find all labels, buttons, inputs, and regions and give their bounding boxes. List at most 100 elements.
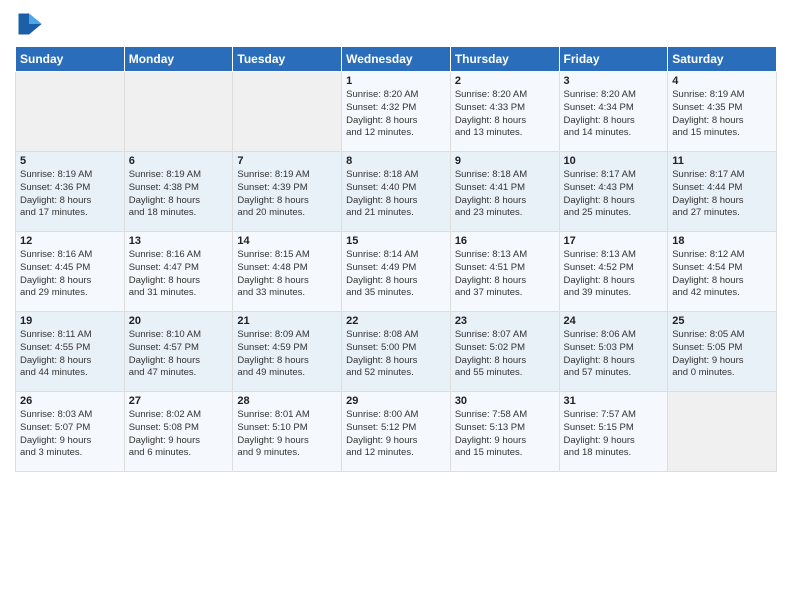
calendar-week-row: 1 Sunrise: 8:20 AM Sunset: 4:32 PM Daylig… <box>16 72 777 152</box>
day-number: 22 <box>346 315 446 327</box>
calendar-cell: 5 Sunrise: 8:19 AM Sunset: 4:36 PM Daylig… <box>16 152 125 232</box>
calendar-cell <box>233 72 342 152</box>
calendar-cell: 24 Sunrise: 8:06 AM Sunset: 5:03 PM Dayli… <box>559 312 668 392</box>
calendar-cell: 17 Sunrise: 8:13 AM Sunset: 4:52 PM Dayli… <box>559 232 668 312</box>
day-info: Sunrise: 7:57 AM Sunset: 5:15 PM Dayligh… <box>564 409 664 460</box>
calendar-cell: 14Sunrise: 8:15 AM Sunset: 4:48 PM Dayli… <box>233 232 342 312</box>
day-info: Sunrise: 8:13 AM Sunset: 4:51 PM Dayligh… <box>455 249 555 300</box>
day-info: Sunrise: 8:12 AM Sunset: 4:54 PM Dayligh… <box>672 249 772 300</box>
day-number: 30 <box>455 395 555 407</box>
calendar-cell: 2 Sunrise: 8:20 AM Sunset: 4:33 PM Daylig… <box>450 72 559 152</box>
day-info: Sunrise: 8:01 AM Sunset: 5:10 PM Dayligh… <box>237 409 337 460</box>
calendar-cell: 16 Sunrise: 8:13 AM Sunset: 4:51 PM Dayli… <box>450 232 559 312</box>
day-info: Sunrise: 8:17 AM Sunset: 4:43 PM Dayligh… <box>564 169 664 220</box>
day-number: 7 <box>237 155 337 167</box>
calendar-cell: 27Sunrise: 8:02 AM Sunset: 5:08 PM Dayli… <box>124 392 233 472</box>
weekday-header-row: SundayMondayTuesdayWednesdayThursdayFrid… <box>16 47 777 72</box>
day-number: 19 <box>20 315 120 327</box>
day-number: 8 <box>346 155 446 167</box>
day-info: Sunrise: 8:07 AM Sunset: 5:02 PM Dayligh… <box>455 329 555 380</box>
day-info: Sunrise: 7:58 AM Sunset: 5:13 PM Dayligh… <box>455 409 555 460</box>
calendar-cell: 23 Sunrise: 8:07 AM Sunset: 5:02 PM Dayli… <box>450 312 559 392</box>
day-number: 20 <box>129 315 229 327</box>
page-container: SundayMondayTuesdayWednesdayThursdayFrid… <box>0 0 792 477</box>
calendar-cell: 15Sunrise: 8:14 AM Sunset: 4:49 PM Dayli… <box>342 232 451 312</box>
day-info: Sunrise: 8:13 AM Sunset: 4:52 PM Dayligh… <box>564 249 664 300</box>
day-info: Sunrise: 8:20 AM Sunset: 4:34 PM Dayligh… <box>564 89 664 140</box>
day-number: 6 <box>129 155 229 167</box>
calendar-week-row: 19 Sunrise: 8:11 AM Sunset: 4:55 PM Dayli… <box>16 312 777 392</box>
day-number: 17 <box>564 235 664 247</box>
day-info: Sunrise: 8:19 AM Sunset: 4:35 PM Dayligh… <box>672 89 772 140</box>
calendar-cell: 29 Sunrise: 8:00 AM Sunset: 5:12 PM Dayli… <box>342 392 451 472</box>
calendar-week-row: 26 Sunrise: 8:03 AM Sunset: 5:07 PM Dayli… <box>16 392 777 472</box>
calendar-cell <box>124 72 233 152</box>
logo-icon <box>15 10 43 38</box>
day-number: 29 <box>346 395 446 407</box>
calendar-cell: 28 Sunrise: 8:01 AM Sunset: 5:10 PM Dayli… <box>233 392 342 472</box>
calendar-cell <box>16 72 125 152</box>
calendar-cell: 12 Sunrise: 8:16 AM Sunset: 4:45 PM Dayli… <box>16 232 125 312</box>
day-info: Sunrise: 8:18 AM Sunset: 4:41 PM Dayligh… <box>455 169 555 220</box>
calendar-cell: 22 Sunrise: 8:08 AM Sunset: 5:00 PM Dayli… <box>342 312 451 392</box>
day-number: 16 <box>455 235 555 247</box>
day-number: 11 <box>672 155 772 167</box>
calendar-cell: 8 Sunrise: 8:18 AM Sunset: 4:40 PM Daylig… <box>342 152 451 232</box>
day-info: Sunrise: 8:20 AM Sunset: 4:32 PM Dayligh… <box>346 89 446 140</box>
day-info: Sunrise: 8:19 AM Sunset: 4:38 PM Dayligh… <box>129 169 229 220</box>
day-number: 13 <box>129 235 229 247</box>
calendar-cell <box>668 392 777 472</box>
logo <box>15 10 45 38</box>
day-number: 5 <box>20 155 120 167</box>
day-info: Sunrise: 8:19 AM Sunset: 4:36 PM Dayligh… <box>20 169 120 220</box>
day-number: 21 <box>237 315 337 327</box>
day-info: Sunrise: 8:10 AM Sunset: 4:57 PM Dayligh… <box>129 329 229 380</box>
page-header <box>15 10 777 38</box>
day-info: Sunrise: 8:03 AM Sunset: 5:07 PM Dayligh… <box>20 409 120 460</box>
calendar-cell: 20 Sunrise: 8:10 AM Sunset: 4:57 PM Dayli… <box>124 312 233 392</box>
calendar-cell: 25Sunrise: 8:05 AM Sunset: 5:05 PM Dayli… <box>668 312 777 392</box>
day-info: Sunrise: 8:20 AM Sunset: 4:33 PM Dayligh… <box>455 89 555 140</box>
day-number: 26 <box>20 395 120 407</box>
day-number: 10 <box>564 155 664 167</box>
calendar-cell: 21Sunrise: 8:09 AM Sunset: 4:59 PM Dayli… <box>233 312 342 392</box>
day-number: 9 <box>455 155 555 167</box>
weekday-header-monday: Monday <box>124 47 233 72</box>
day-info: Sunrise: 8:11 AM Sunset: 4:55 PM Dayligh… <box>20 329 120 380</box>
weekday-header-thursday: Thursday <box>450 47 559 72</box>
day-number: 31 <box>564 395 664 407</box>
calendar-cell: 31 Sunrise: 7:57 AM Sunset: 5:15 PM Dayli… <box>559 392 668 472</box>
calendar-table: SundayMondayTuesdayWednesdayThursdayFrid… <box>15 46 777 472</box>
day-info: Sunrise: 8:16 AM Sunset: 4:45 PM Dayligh… <box>20 249 120 300</box>
calendar-cell: 13 Sunrise: 8:16 AM Sunset: 4:47 PM Dayli… <box>124 232 233 312</box>
day-info: Sunrise: 8:16 AM Sunset: 4:47 PM Dayligh… <box>129 249 229 300</box>
calendar-cell: 11Sunrise: 8:17 AM Sunset: 4:44 PM Dayli… <box>668 152 777 232</box>
day-number: 18 <box>672 235 772 247</box>
day-number: 23 <box>455 315 555 327</box>
day-info: Sunrise: 8:08 AM Sunset: 5:00 PM Dayligh… <box>346 329 446 380</box>
calendar-cell: 19 Sunrise: 8:11 AM Sunset: 4:55 PM Dayli… <box>16 312 125 392</box>
calendar-cell: 18 Sunrise: 8:12 AM Sunset: 4:54 PM Dayli… <box>668 232 777 312</box>
day-number: 28 <box>237 395 337 407</box>
calendar-cell: 26 Sunrise: 8:03 AM Sunset: 5:07 PM Dayli… <box>16 392 125 472</box>
day-info: Sunrise: 8:02 AM Sunset: 5:08 PM Dayligh… <box>129 409 229 460</box>
weekday-header-wednesday: Wednesday <box>342 47 451 72</box>
day-number: 2 <box>455 75 555 87</box>
calendar-cell: 3 Sunrise: 8:20 AM Sunset: 4:34 PM Daylig… <box>559 72 668 152</box>
calendar-cell: 1 Sunrise: 8:20 AM Sunset: 4:32 PM Daylig… <box>342 72 451 152</box>
day-number: 3 <box>564 75 664 87</box>
day-info: Sunrise: 8:18 AM Sunset: 4:40 PM Dayligh… <box>346 169 446 220</box>
weekday-header-tuesday: Tuesday <box>233 47 342 72</box>
calendar-cell: 9 Sunrise: 8:18 AM Sunset: 4:41 PM Daylig… <box>450 152 559 232</box>
weekday-header-sunday: Sunday <box>16 47 125 72</box>
calendar-week-row: 5 Sunrise: 8:19 AM Sunset: 4:36 PM Daylig… <box>16 152 777 232</box>
day-number: 1 <box>346 75 446 87</box>
day-number: 15 <box>346 235 446 247</box>
day-number: 25 <box>672 315 772 327</box>
day-info: Sunrise: 8:00 AM Sunset: 5:12 PM Dayligh… <box>346 409 446 460</box>
day-number: 12 <box>20 235 120 247</box>
day-number: 24 <box>564 315 664 327</box>
day-number: 4 <box>672 75 772 87</box>
day-info: Sunrise: 8:06 AM Sunset: 5:03 PM Dayligh… <box>564 329 664 380</box>
calendar-week-row: 12 Sunrise: 8:16 AM Sunset: 4:45 PM Dayli… <box>16 232 777 312</box>
